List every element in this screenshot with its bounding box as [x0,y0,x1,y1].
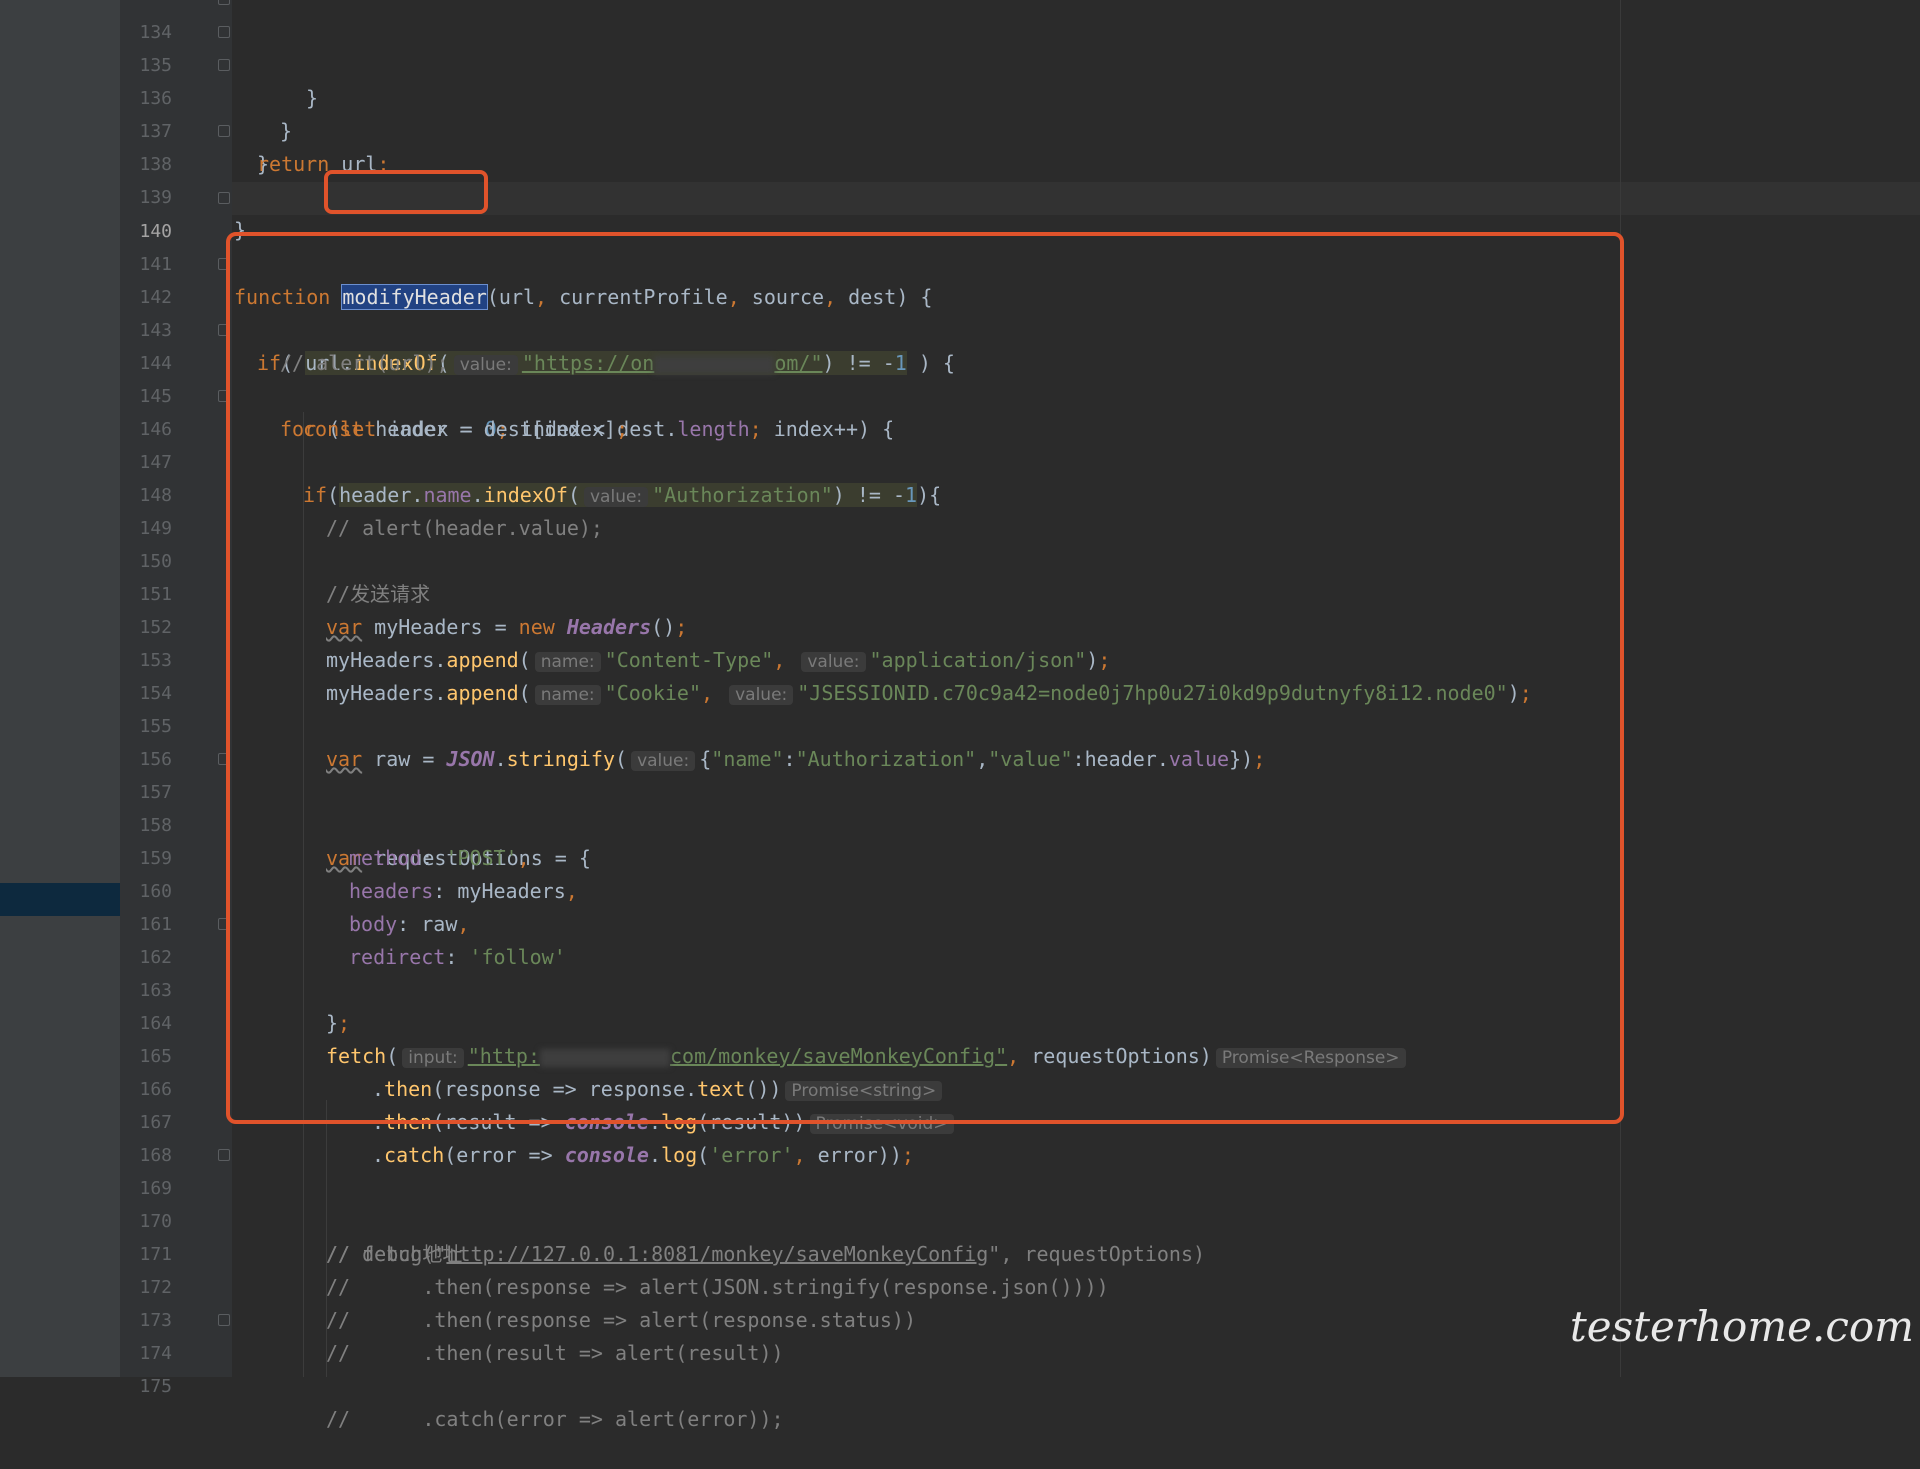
fold-icon[interactable] [218,125,230,137]
line-number: 161 [139,914,172,935]
code-line: 154 [0,644,172,704]
code-line: 145 const header = dest[index]; [0,347,628,441]
code-line: 159 headers: myHeaders, [0,809,577,903]
fold-icon[interactable] [218,0,230,5]
fold-icon[interactable] [218,59,230,71]
code-line: 164 fetch(input: "http: com/monkey/saveMon… [0,974,1406,1068]
indent-guide [326,1100,327,1377]
line-number: 148 [139,485,172,506]
code-line: 149 [0,479,172,539]
line-number: 135 [139,55,172,76]
line-number: 137 [139,121,172,142]
code-line: 136 } [0,49,269,176]
line-number: 154 [139,683,172,704]
code-line: 172 // .then(response => alert(response.… [0,1238,916,1332]
line-number: 136 [139,88,172,109]
line-number: 175 [139,1376,172,1397]
code-line: 146 if(header.name.indexOf(value: "Author… [0,380,941,507]
line-number: 168 [139,1145,172,1166]
line-number: 146 [139,419,172,440]
code-line: 158 method: 'POST', [0,776,529,870]
line-number: 167 [139,1112,172,1133]
line-number: 149 [139,518,172,539]
code-line: 143 // alert(url); [0,281,448,375]
line-number: 155 [139,716,172,737]
line-number: 143 [139,320,172,341]
code-line: 137 return url; [0,82,389,176]
code-line: 175 [0,1337,172,1397]
code-line: 162 }; [0,908,350,1035]
code-line: 144 for (let index = 0; index < dest.len… [0,314,894,441]
line-number: 170 [139,1211,172,1232]
code-line: 135 } [0,16,292,143]
line-number: 174 [139,1343,172,1364]
code-line: 156 [0,710,172,770]
fold-icon[interactable] [218,26,230,38]
code-line: 139 [0,148,172,208]
code-line: 148 // alert(header.value); [0,446,602,540]
line-number: 147 [139,452,172,473]
code-line: 152 myHeaders.append(name: "Content-Type"… [0,578,1110,672]
code-line: 163 [0,941,172,1001]
line-number: 173 [139,1310,172,1331]
fold-icon[interactable] [218,1314,230,1326]
code-line: 174 // .catch(error => alert(error)); [0,1304,784,1431]
annotation-box-function-name [324,170,488,214]
line-number: 134 [139,22,172,43]
line-number: 158 [139,815,172,836]
line-number: 142 [139,287,172,308]
line-number: 159 [139,848,172,869]
code-line: 168 [0,1106,172,1166]
code-line: 142 if( url.indexOf(value: "https://on om/… [0,248,955,375]
code-line: 173 // .then(result => alert(result)) [0,1271,783,1365]
line-number: 171 [139,1244,172,1265]
line-number: 144 [139,353,172,374]
line-number: 153 [139,650,172,671]
code-line: 171 // .then(response => alert(JSON.stri… [0,1205,1108,1299]
code-line: 169 // debug地址 [0,1139,462,1266]
line-number: 141 [139,254,172,275]
line-number: 172 [139,1277,172,1298]
line-number: 160 [139,881,172,902]
code-line: 155 var raw = JSON.stringify(value: {"nam… [0,677,1265,771]
line-number: 150 [139,551,172,572]
line-number: 157 [139,782,172,803]
line-number: 140 [139,221,172,242]
code-line: 140 function modifyHeader(url, currentPr… [0,182,932,310]
code-line: 134 } [0,0,318,110]
line-number: 163 [139,980,172,1001]
line-number: 139 [139,187,172,208]
line-number: 151 [139,584,172,605]
line-number: 145 [139,386,172,407]
code-line: 138 } [0,115,246,242]
code-line: 147 [0,413,172,473]
code-line: 153 myHeaders.append(name: "Cookie", valu… [0,611,1532,705]
line-number: 164 [139,1013,172,1034]
line-number: 165 [139,1046,172,1067]
code-line: 170 // fetch("http://127.0.0.1:8081/monk… [0,1172,1205,1266]
code-line: 157 var requestOptions = { [0,743,591,870]
line-number: 156 [139,749,172,770]
fold-icon[interactable] [218,192,230,204]
code-line: 151 var myHeaders = new Headers(); [0,545,687,639]
code-line: 160 body: raw, [0,842,469,936]
annotation-box-code-block [226,232,1624,1124]
line-number: 138 [139,154,172,175]
code-line: 165 .then(response => response.text()) Pr… [0,1007,943,1101]
line-number: 162 [139,947,172,968]
line-number: 169 [139,1178,172,1199]
code-line: 150 //发送请求 [0,512,430,606]
code-line: 166 .then(result => console.log(result))… [0,1040,954,1134]
code-line: 161 redirect: 'follow' [0,875,565,969]
line-number: 152 [139,617,172,638]
fold-icon[interactable] [218,1149,230,1161]
code-line: 167 .catch(error => console.log('error',… [0,1073,913,1167]
code-line: 141 [0,215,172,275]
line-number: 166 [139,1079,172,1100]
watermark-logo: testerhome.com [1569,1302,1914,1351]
